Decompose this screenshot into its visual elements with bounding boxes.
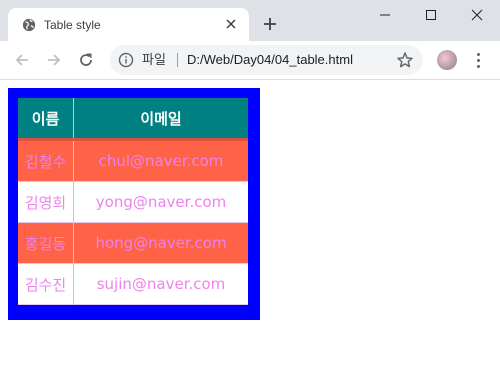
close-window-icon[interactable] (454, 0, 500, 30)
maximize-icon[interactable] (408, 0, 454, 30)
cell-name: 김수진 (18, 263, 74, 305)
address-bar[interactable]: 파일 D:/Web/Day04/04_table.html (110, 45, 423, 75)
cell-name: 김철수 (18, 139, 74, 182)
table-row: 홍길동 hong@naver.com (18, 222, 248, 264)
new-tab-icon[interactable] (260, 14, 280, 34)
url-text[interactable]: D:/Web/Day04/04_table.html (187, 52, 353, 68)
globe-icon (22, 18, 36, 32)
browser-toolbar: 파일 D:/Web/Day04/04_table.html (0, 41, 500, 80)
cell-email: chul@naver.com (73, 139, 248, 182)
page-content: 이름 이메일 김철수 chul@naver.com 김영희 yong@naver… (0, 80, 500, 386)
more-menu-icon[interactable] (470, 50, 486, 70)
table-row: 김철수 chul@naver.com (18, 139, 248, 182)
styled-table: 이름 이메일 김철수 chul@naver.com 김영희 yong@naver… (8, 88, 260, 320)
header-email: 이메일 (73, 98, 248, 140)
cell-email: sujin@naver.com (73, 263, 248, 305)
title-bar: Table style (0, 0, 500, 41)
address-separator (177, 53, 178, 67)
reload-icon[interactable] (76, 50, 96, 70)
back-arrow-icon[interactable] (12, 50, 32, 70)
cell-name: 홍길동 (18, 222, 74, 264)
cell-email: yong@naver.com (73, 181, 248, 223)
browser-tab[interactable]: Table style (8, 8, 249, 41)
profile-avatar[interactable] (437, 50, 457, 70)
table-row: 김수진 sujin@naver.com (18, 263, 248, 305)
site-label: 파일 (142, 52, 166, 67)
minimize-icon[interactable] (362, 0, 408, 30)
table-row: 김영희 yong@naver.com (18, 181, 248, 223)
cell-name: 김영희 (18, 181, 74, 223)
tab-close-icon[interactable] (223, 16, 239, 32)
star-icon[interactable] (396, 51, 414, 69)
cell-email: hong@naver.com (73, 222, 248, 264)
tab-title: Table style (44, 18, 101, 32)
header-name: 이름 (18, 98, 74, 140)
info-icon[interactable] (118, 52, 134, 68)
forward-arrow-icon[interactable] (44, 50, 64, 70)
